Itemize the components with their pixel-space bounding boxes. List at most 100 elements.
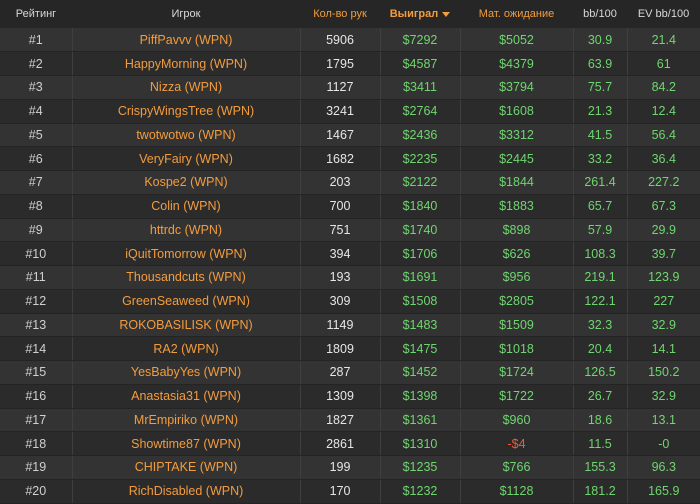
evbb100-cell: 32.9: [627, 384, 700, 409]
table-row: #5 twotwotwo (WPN) 1467 $2436 $3312 41.5 56.4: [0, 123, 700, 148]
rank-cell: #12: [0, 289, 73, 314]
ev-cell: $1128: [460, 479, 574, 504]
table-row: #9 httrdc (WPN) 751 $1740 $898 57.9 29.9: [0, 218, 700, 243]
won-cell: $1398: [380, 384, 461, 409]
won-column-header[interactable]: Выиграл: [380, 0, 460, 28]
rank-cell: #14: [0, 336, 73, 361]
evbb100-cell: 36.4: [627, 146, 700, 171]
table-row: #4 CrispyWingsTree (WPN) 3241 $2764 $1608 21.…: [0, 99, 700, 124]
evbb100-cell: 227: [627, 289, 700, 314]
rank-cell: #5: [0, 123, 73, 148]
rank-cell: #17: [0, 408, 73, 433]
player-name-link[interactable]: YesBabyYes (WPN): [72, 360, 301, 385]
won-header-label: Выиграл: [389, 8, 439, 20]
player-name-link[interactable]: RA2 (WPN): [72, 336, 301, 361]
player-name-link[interactable]: MrEmpiriko (WPN): [72, 408, 301, 433]
bb100-cell: 65.7: [573, 194, 628, 219]
bb100-cell: 75.7: [573, 75, 628, 100]
evbb100-cell: 150.2: [627, 360, 700, 385]
player-name-link[interactable]: VeryFairy (WPN): [72, 146, 301, 171]
player-name-link[interactable]: CHIPTAKE (WPN): [72, 455, 301, 480]
table-row: #10 iQuitTomorrow (WPN) 394 $1706 $626 108.3 3…: [0, 241, 700, 266]
bb100-cell: 122.1: [573, 289, 628, 314]
table-row: #13 ROKOBASILISK (WPN) 1149 $1483 $1509 32.3 3…: [0, 313, 700, 338]
bb100-column-header[interactable]: bb/100: [573, 0, 627, 28]
rank-cell: #10: [0, 241, 73, 266]
hands-column-header[interactable]: Кол-во рук: [300, 0, 380, 28]
ev-cell: $1018: [460, 336, 574, 361]
ev-cell: $2445: [460, 146, 574, 171]
won-cell: $1452: [380, 360, 461, 385]
player-name-link[interactable]: Kospe2 (WPN): [72, 170, 301, 195]
rank-cell: #7: [0, 170, 73, 195]
bb100-cell: 20.4: [573, 336, 628, 361]
table-row: #3 Nizza (WPN) 1127 $3411 $3794 75.7 84.2: [0, 75, 700, 100]
player-name-link[interactable]: HappyMorning (WPN): [72, 51, 301, 76]
player-name-link[interactable]: RichDisabled (WPN): [72, 479, 301, 504]
player-name-link[interactable]: GreenSeaweed (WPN): [72, 289, 301, 314]
won-cell: $1232: [380, 479, 461, 504]
sort-desc-icon: [442, 11, 451, 17]
player-name-link[interactable]: CrispyWingsTree (WPN): [72, 99, 301, 124]
hands-cell: 1127: [300, 75, 381, 100]
player-name-link[interactable]: Nizza (WPN): [72, 75, 301, 100]
hands-cell: 203: [300, 170, 381, 195]
ev-cell: $1883: [460, 194, 574, 219]
header-row: Рейтинг Игрок Кол-во рук Выиграл Мат. ож…: [0, 0, 700, 28]
rank-cell: #11: [0, 265, 73, 290]
won-cell: $1508: [380, 289, 461, 314]
hands-cell: 1682: [300, 146, 381, 171]
table-row: #16 Anastasia31 (WPN) 1309 $1398 $1722 26.7 32…: [0, 384, 700, 409]
table-body: #1 PiffPavvv (WPN) 5906 $7292 $5052 30.9 21.4 #…: [0, 28, 700, 504]
bb100-cell: 57.9: [573, 218, 628, 243]
rank-cell: #4: [0, 99, 73, 124]
player-name-link[interactable]: Anastasia31 (WPN): [72, 384, 301, 409]
evbb100-cell: 67.3: [627, 194, 700, 219]
won-cell: $2436: [380, 123, 461, 148]
won-cell: $4587: [380, 51, 461, 76]
table-row: #17 MrEmpiriko (WPN) 1827 $1361 $960 18.6 13.1: [0, 408, 700, 433]
won-cell: $1361: [380, 408, 461, 433]
player-name-link[interactable]: Colin (WPN): [72, 194, 301, 219]
ev-cell: $1509: [460, 313, 574, 338]
ev-cell: $626: [460, 241, 574, 266]
won-cell: $1840: [380, 194, 461, 219]
won-cell: $1310: [380, 431, 461, 456]
player-name-link[interactable]: Thousandcuts (WPN): [72, 265, 301, 290]
table-row: #18 Showtime87 (WPN) 2861 $1310 -$4 11.5 -0: [0, 431, 700, 456]
evbb100-cell: 165.9: [627, 479, 700, 504]
rank-cell: #2: [0, 51, 73, 76]
evbb100-cell: 227.2: [627, 170, 700, 195]
bb100-cell: 155.3: [573, 455, 628, 480]
won-cell: $3411: [380, 75, 461, 100]
player-name-link[interactable]: PiffPavvv (WPN): [72, 28, 301, 53]
bb100-cell: 21.3: [573, 99, 628, 124]
player-name-link[interactable]: ROKOBASILISK (WPN): [72, 313, 301, 338]
player-name-link[interactable]: Showtime87 (WPN): [72, 431, 301, 456]
won-cell: $7292: [380, 28, 461, 53]
won-cell: $1235: [380, 455, 461, 480]
player-name-link[interactable]: iQuitTomorrow (WPN): [72, 241, 301, 266]
ev-cell: $1722: [460, 384, 574, 409]
player-name-link[interactable]: httrdc (WPN): [72, 218, 301, 243]
rank-cell: #3: [0, 75, 73, 100]
table-row: #7 Kospe2 (WPN) 203 $2122 $1844 261.4 227.2: [0, 170, 700, 195]
hands-cell: 700: [300, 194, 381, 219]
player-column-header[interactable]: Игрок: [72, 0, 300, 28]
ev-column-header[interactable]: Мат. ожидание: [460, 0, 573, 28]
ev-cell: $5052: [460, 28, 574, 53]
evbb100-cell: 56.4: [627, 123, 700, 148]
won-cell: $1483: [380, 313, 461, 338]
rank-column-header[interactable]: Рейтинг: [0, 0, 72, 28]
ev-cell: $898: [460, 218, 574, 243]
evbb100-cell: 84.2: [627, 75, 700, 100]
evbb100-column-header[interactable]: EV bb/100: [627, 0, 700, 28]
table-row: #14 RA2 (WPN) 1809 $1475 $1018 20.4 14.1: [0, 336, 700, 361]
ev-cell: $960: [460, 408, 574, 433]
ev-cell: $956: [460, 265, 574, 290]
hands-cell: 287: [300, 360, 381, 385]
won-cell: $2122: [380, 170, 461, 195]
player-name-link[interactable]: twotwotwo (WPN): [72, 123, 301, 148]
hands-cell: 1827: [300, 408, 381, 433]
hands-cell: 1809: [300, 336, 381, 361]
